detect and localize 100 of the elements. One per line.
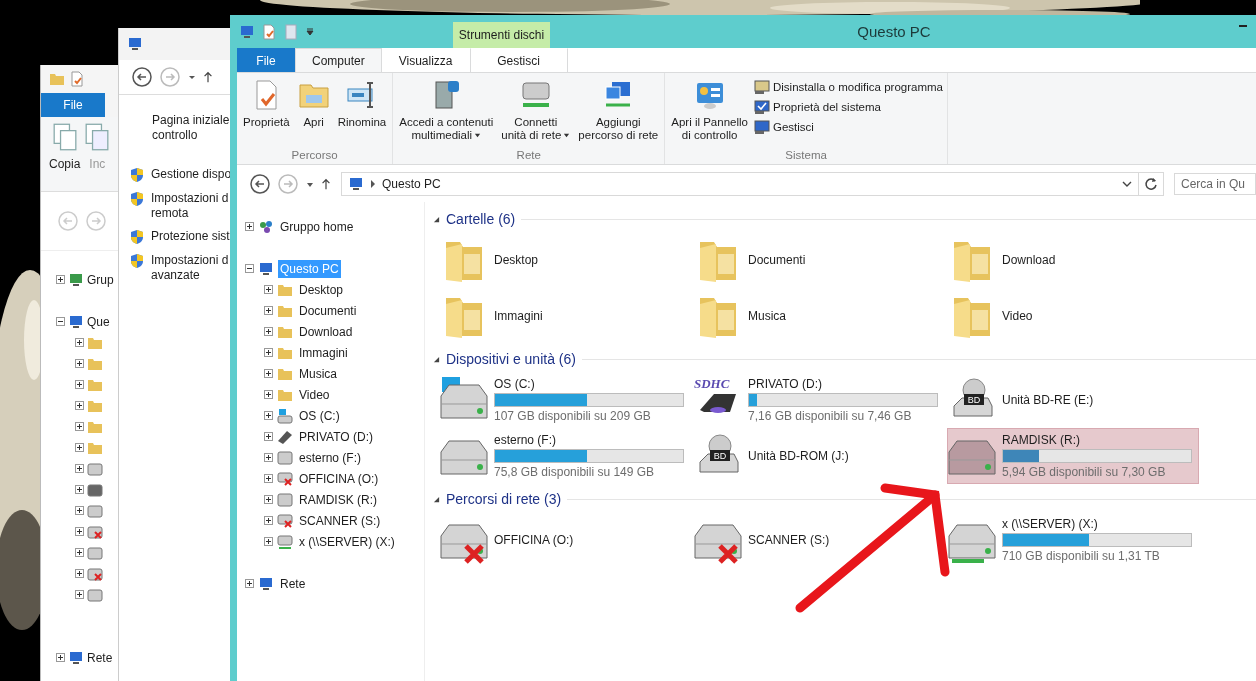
ribbon-button[interactable]: Disinstalla o modifica programma: [753, 79, 943, 95]
drive-tile[interactable]: Musica: [693, 288, 791, 344]
ribbon-button[interactable]: Accedi a contenuti multimediali: [397, 77, 496, 149]
tree-item[interactable]: PRIVATO (D:): [297, 427, 375, 446]
collapse-icon[interactable]: [433, 215, 440, 223]
expand-icon[interactable]: [75, 338, 84, 347]
expand-icon[interactable]: [75, 548, 84, 557]
tree-item[interactable]: OFFICINA (O:): [297, 469, 381, 488]
expand-icon[interactable]: [264, 369, 273, 378]
home-link[interactable]: Pagina iniziale controllo: [152, 113, 231, 143]
expand-icon[interactable]: [75, 401, 84, 410]
address-bar[interactable]: Questo PC: [341, 171, 1139, 196]
tree-item[interactable]: RAMDISK (R:): [297, 490, 379, 509]
tree-item[interactable]: Que: [87, 314, 110, 329]
tree-item[interactable]: Documenti: [297, 301, 359, 320]
refresh-button[interactable]: [1138, 171, 1164, 196]
document-check-icon[interactable]: [69, 71, 85, 87]
expand-icon[interactable]: [264, 453, 273, 462]
expand-icon[interactable]: [75, 485, 84, 494]
ribbon-tab[interactable]: Computer: [295, 48, 382, 72]
file-tab[interactable]: File: [41, 93, 105, 117]
settings-link[interactable]: Impostazioni d avanzate: [151, 253, 229, 283]
tree-item[interactable]: OS (C:): [297, 406, 342, 425]
expand-icon[interactable]: [75, 422, 84, 431]
drive-tile[interactable]: OFFICINA (O:): [439, 512, 579, 568]
section-header[interactable]: Dispositivi e unità (6): [446, 351, 576, 367]
expand-icon[interactable]: [264, 432, 273, 441]
drive-tile[interactable]: BD Unità BD-RE (E:): [947, 372, 1099, 428]
back-icon[interactable]: [131, 66, 153, 88]
tree-item[interactable]: Rete: [278, 574, 308, 593]
collapse-icon[interactable]: [433, 355, 440, 363]
document-check-icon[interactable]: [261, 23, 277, 40]
expand-icon[interactable]: [75, 464, 84, 473]
expand-icon[interactable]: [75, 380, 84, 389]
expand-icon[interactable]: [56, 653, 65, 662]
expand-icon[interactable]: [264, 516, 273, 525]
expand-icon[interactable]: [75, 506, 84, 515]
computer-icon[interactable]: [239, 23, 255, 40]
expand-icon[interactable]: [245, 579, 254, 588]
expand-icon[interactable]: [75, 569, 84, 578]
tree-item[interactable]: Immagini: [297, 343, 350, 362]
drive-tile[interactable]: esterno (F:) 75,8 GB disponibili su 149 GB: [439, 428, 689, 484]
expand-icon[interactable]: [264, 411, 273, 420]
tree-item[interactable]: Grup: [87, 272, 114, 287]
ribbon-button[interactable]: Rinomina: [335, 77, 389, 149]
expand-icon[interactable]: [264, 306, 273, 315]
drive-tile[interactable]: SDHC PRIVATO (D:) 7,16 GB disponibili su 7,46 GB: [693, 372, 943, 428]
expand-icon[interactable]: [264, 474, 273, 483]
back-icon[interactable]: [249, 172, 271, 195]
ribbon-button[interactable]: Gestisci: [753, 119, 943, 135]
ribbon-button[interactable]: Copia: [49, 123, 81, 191]
ribbon-tab[interactable]: Visualizza: [381, 48, 470, 72]
ribbon-button[interactable]: Connetti unità di rete: [499, 77, 573, 149]
drive-tile[interactable]: Download: [947, 232, 1061, 288]
ribbon-tab[interactable]: File: [237, 48, 295, 72]
drive-tile[interactable]: x (\\SERVER) (X:) 710 GB disponibili su 1,31 TB: [947, 512, 1197, 568]
customize-icon[interactable]: [305, 26, 315, 37]
drive-tile[interactable]: Desktop: [439, 232, 544, 288]
expand-icon[interactable]: [56, 275, 65, 284]
drive-tile[interactable]: Video: [947, 288, 1038, 344]
tree-item[interactable]: Video: [297, 385, 332, 404]
search-field[interactable]: Cerca in Qu: [1174, 172, 1256, 195]
settings-link[interactable]: Gestione dispo: [151, 167, 232, 182]
drive-tile[interactable]: BD Unità BD-ROM (J:): [693, 428, 854, 484]
tree-item[interactable]: x (\\SERVER) (X:): [297, 532, 397, 551]
expand-icon[interactable]: [264, 348, 273, 357]
expand-icon[interactable]: [264, 537, 273, 546]
expand-icon[interactable]: [264, 285, 273, 294]
settings-link[interactable]: Impostazioni d remota: [151, 191, 229, 221]
drive-tile[interactable]: RAMDISK (R:) 5,94 GB disponibili su 7,30 GB: [947, 428, 1199, 484]
settings-link[interactable]: Protezione sist: [151, 229, 230, 244]
ribbon-button[interactable]: Proprietà: [241, 77, 292, 149]
drive-tile[interactable]: Immagini: [439, 288, 548, 344]
drive-tile[interactable]: OS (C:) 107 GB disponibili su 209 GB: [439, 372, 689, 428]
drive-tile[interactable]: Documenti: [693, 232, 811, 288]
expand-icon[interactable]: [264, 327, 273, 336]
expand-icon[interactable]: [264, 390, 273, 399]
ribbon-button[interactable]: Apri: [295, 77, 332, 149]
expand-icon[interactable]: [245, 222, 254, 231]
expand-icon[interactable]: [75, 590, 84, 599]
expand-icon[interactable]: [75, 443, 84, 452]
collapse-icon[interactable]: [245, 264, 254, 273]
expand-icon[interactable]: [264, 495, 273, 504]
up-arrow-icon[interactable]: [321, 177, 331, 190]
expand-icon[interactable]: [75, 527, 84, 536]
drive-tile[interactable]: SCANNER (S:): [693, 512, 835, 568]
collapse-icon[interactable]: [433, 495, 440, 503]
section-header[interactable]: Percorsi di rete (3): [446, 491, 562, 507]
tree-item[interactable]: Musica: [297, 364, 339, 383]
section-header[interactable]: Cartelle (6): [446, 211, 516, 227]
up-arrow-icon[interactable]: [203, 71, 213, 83]
ribbon-button[interactable]: Apri il Pannello di controllo: [669, 77, 750, 149]
tree-item[interactable]: Download: [297, 322, 355, 341]
expand-icon[interactable]: [75, 359, 84, 368]
tree-item[interactable]: SCANNER (S:): [297, 511, 383, 530]
ribbon-button[interactable]: Aggiungi percorso di rete: [576, 77, 661, 149]
ribbon-button[interactable]: Proprietà del sistema: [753, 99, 943, 115]
tree-item[interactable]: Rete: [87, 650, 113, 665]
tree-item[interactable]: Desktop: [297, 280, 346, 299]
collapse-icon[interactable]: [56, 317, 65, 326]
